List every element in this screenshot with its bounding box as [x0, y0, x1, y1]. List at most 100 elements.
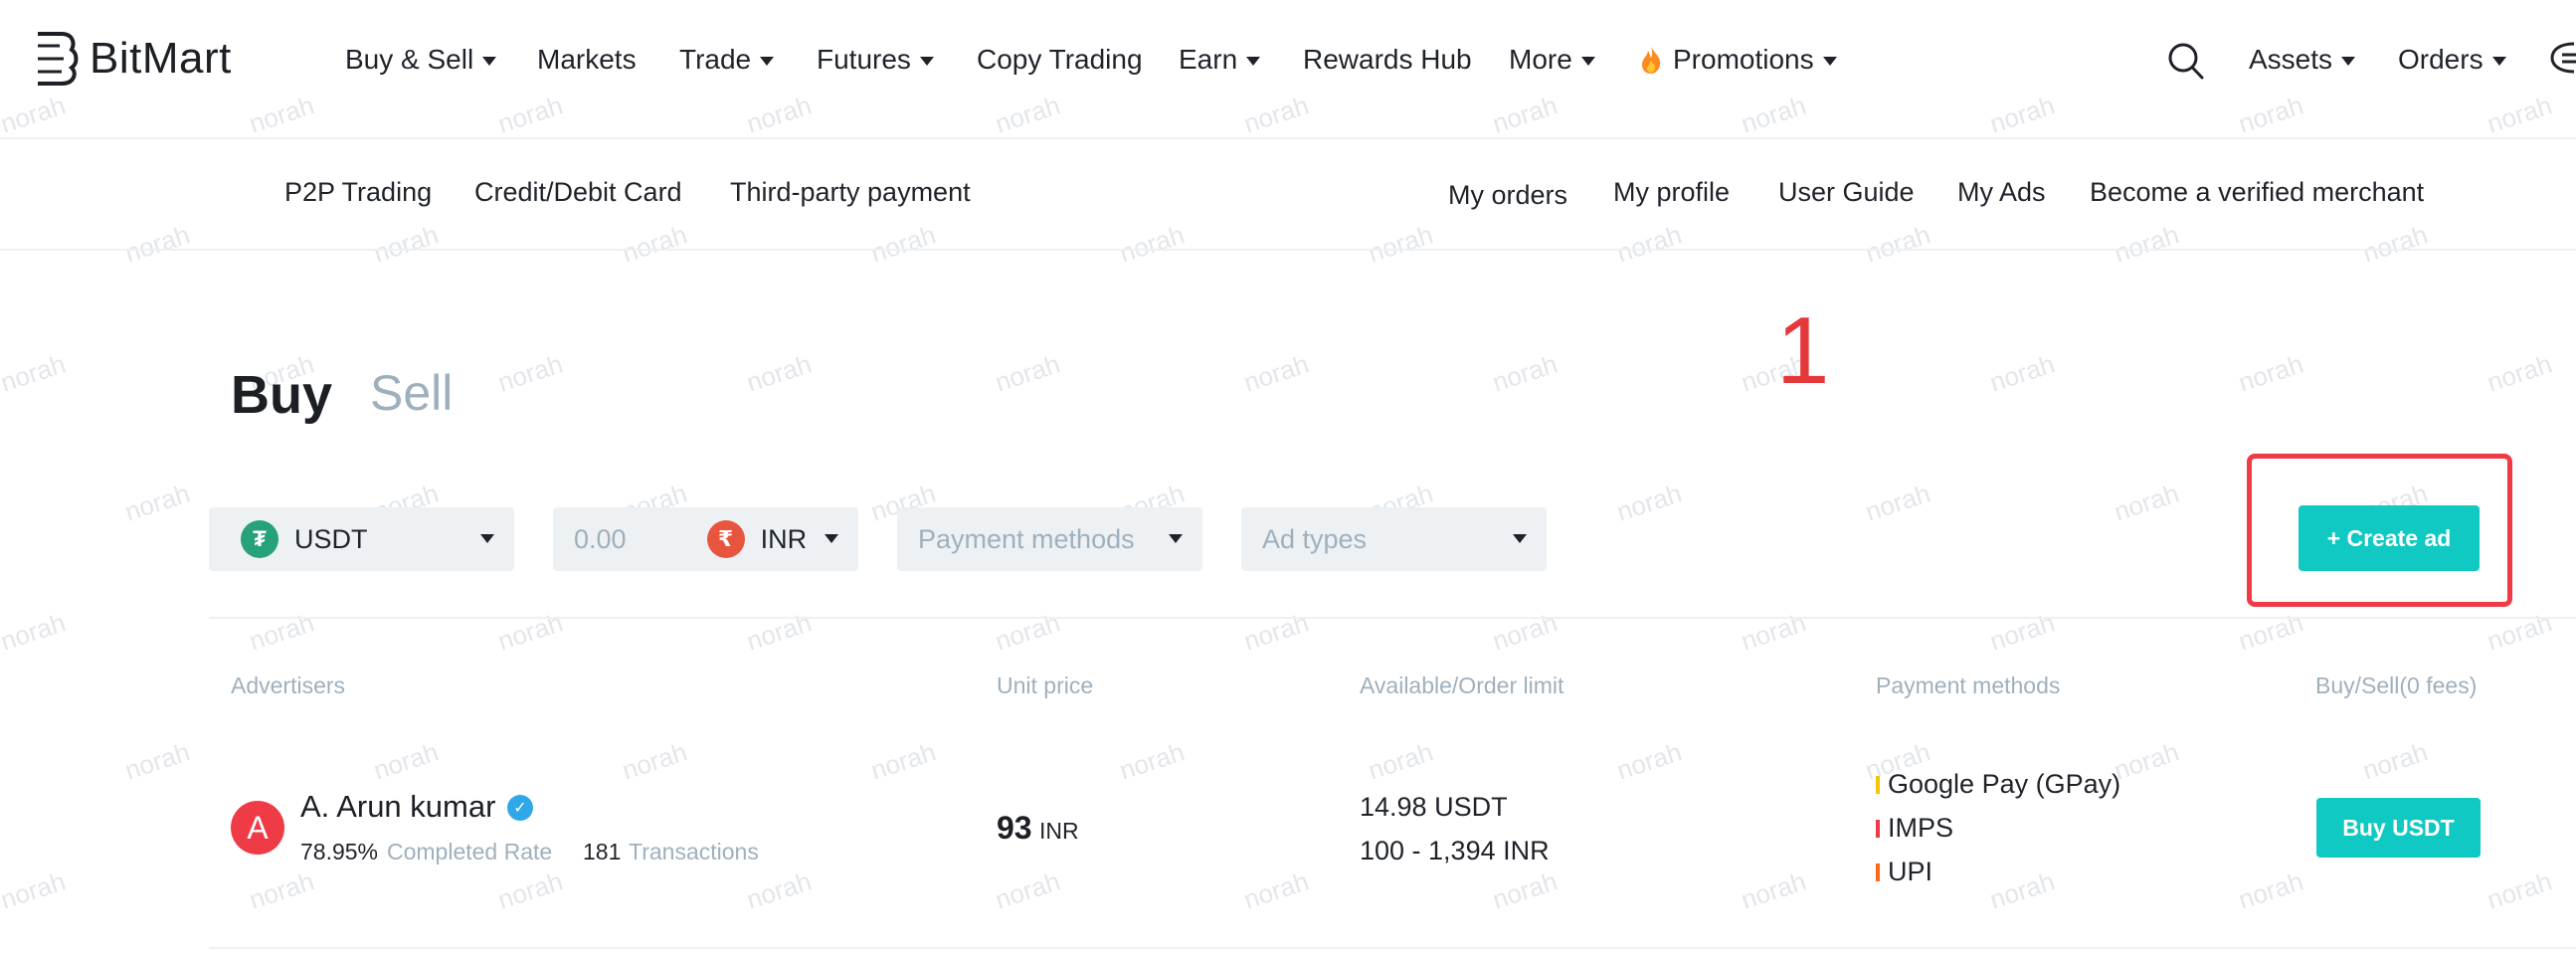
tab-sell[interactable]: Sell — [370, 364, 453, 422]
nav-label: Earn — [1179, 44, 1238, 75]
color-tag — [1876, 863, 1880, 881]
payment-method-upi: UPI — [1876, 857, 1932, 887]
currency-value[interactable]: INR — [761, 524, 808, 555]
watermark-text: norah — [991, 607, 1064, 657]
nav-label: Orders — [2398, 44, 2484, 75]
divider — [209, 617, 2576, 619]
step-annotation: 1 — [1776, 297, 1830, 404]
watermark-text: norah — [1239, 607, 1313, 657]
watermark-text: norah — [742, 865, 816, 915]
watermark-text: norah — [0, 865, 70, 915]
bitmart-logo[interactable]: BitMart — [34, 30, 232, 88]
color-tag — [1876, 775, 1880, 794]
ad-types-placeholder: Ad types — [1262, 523, 1368, 554]
available-amount: 14.98 USDT — [1360, 792, 1508, 822]
watermark-text: norah — [991, 865, 1064, 915]
ad-types-select[interactable]: Ad types — [1241, 507, 1547, 571]
watermark-text: norah — [2234, 348, 2307, 398]
completed-rate-label: Completed Rate — [387, 839, 553, 865]
search-icon[interactable] — [2167, 42, 2205, 82]
nav-orders[interactable]: Orders — [2398, 44, 2506, 76]
watermark-text: norah — [618, 736, 691, 786]
nav-buy-sell[interactable]: Buy & Sell — [345, 44, 497, 76]
nav-trade[interactable]: Trade — [679, 44, 775, 76]
subnav-my-orders[interactable]: My orders — [1448, 180, 1567, 211]
avatar[interactable]: A — [231, 801, 284, 855]
watermark-text: norah — [0, 348, 70, 398]
caret-down-icon — [760, 56, 775, 66]
divider — [209, 947, 2576, 949]
buy-usdt-button[interactable]: Buy USDT — [2316, 798, 2481, 858]
subnav-user-guide[interactable]: User Guide — [1778, 177, 1915, 208]
watermark-text: norah — [2483, 348, 2556, 398]
subnav-become-verified-merchant[interactable]: Become a verified merchant — [2090, 177, 2424, 208]
watermark-text: norah — [742, 348, 816, 398]
chat-icon[interactable] — [2548, 38, 2576, 82]
nav-promotions[interactable]: Promotions — [1639, 44, 1837, 76]
watermark-text: norah — [2358, 736, 2432, 786]
caret-down-icon — [1580, 56, 1595, 66]
nav-label: Copy Trading — [977, 44, 1143, 75]
subnav-p2p-trading[interactable]: P2P Trading — [284, 177, 432, 208]
watermark-text: norah — [1239, 348, 1313, 398]
subnav-credit-debit-card[interactable]: Credit/Debit Card — [474, 177, 682, 208]
nav-assets[interactable]: Assets — [2249, 44, 2356, 76]
coin-value: USDT — [294, 523, 368, 554]
nav-label: Futures — [817, 44, 911, 75]
amount-input[interactable]: 0.00 — [574, 524, 627, 555]
top-navigation: BitMart Buy & Sell Markets Trade Futures… — [0, 0, 2576, 139]
watermark-text: norah — [245, 865, 318, 915]
watermark-text: norah — [120, 478, 194, 527]
tab-buy[interactable]: Buy — [231, 364, 332, 426]
advertiser-name[interactable]: A. Arun kumar — [300, 789, 495, 825]
payment-methods-select[interactable]: Payment methods — [897, 507, 1202, 571]
nav-markets[interactable]: Markets — [537, 44, 637, 76]
caret-down-icon — [1513, 534, 1527, 543]
watermark-text: norah — [1985, 348, 2059, 398]
payment-method-label: UPI — [1888, 857, 1933, 886]
subnav-third-party-payment[interactable]: Third-party payment — [730, 177, 971, 208]
caret-down-icon — [2341, 56, 2356, 66]
watermark-text: norah — [1737, 607, 1810, 657]
nav-label: Promotions — [1673, 44, 1814, 75]
payment-method-label: Google Pay (GPay) — [1888, 769, 2121, 799]
watermark-text: norah — [493, 348, 567, 398]
watermark-text: norah — [1985, 865, 2059, 915]
watermark-text: norah — [991, 348, 1064, 398]
fire-icon — [1642, 46, 1661, 74]
nav-rewards-hub[interactable]: Rewards Hub — [1303, 44, 1472, 76]
create-ad-button[interactable]: + Create ad — [2299, 505, 2480, 571]
watermark-text: norah — [1115, 736, 1189, 786]
watermark-text: norah — [1239, 865, 1313, 915]
nav-copy-trading[interactable]: Copy Trading — [977, 44, 1143, 76]
payment-methods-placeholder: Payment methods — [918, 523, 1135, 554]
header-advertisers: Advertisers — [231, 673, 346, 698]
watermark-text: norah — [2110, 736, 2183, 786]
subnav-my-ads[interactable]: My Ads — [1957, 177, 2046, 208]
nav-earn[interactable]: Earn — [1179, 44, 1261, 76]
nav-more[interactable]: More — [1509, 44, 1595, 76]
watermark-text: norah — [493, 865, 567, 915]
nav-label: Buy & Sell — [345, 44, 474, 75]
nav-futures[interactable]: Futures — [817, 44, 934, 76]
caret-down-icon — [2491, 56, 2506, 66]
watermark-text: norah — [2483, 607, 2556, 657]
watermark-text: norah — [0, 607, 70, 657]
subnav-my-profile[interactable]: My profile — [1613, 177, 1730, 208]
p2p-subnav: P2P Trading Credit/Debit Card Third-part… — [0, 139, 2576, 251]
watermark-text: norah — [2110, 478, 2183, 527]
watermark-text: norah — [1488, 865, 1562, 915]
nav-label: Rewards Hub — [1303, 44, 1472, 75]
transactions-value: 181 — [583, 839, 622, 865]
watermark-text: norah — [1612, 736, 1686, 786]
watermark-text: norah — [120, 736, 194, 786]
coin-select[interactable]: ₮ USDT — [209, 507, 514, 571]
header-available-limit: Available/Order limit — [1360, 673, 1564, 698]
verified-badge-icon: ✓ — [507, 795, 533, 821]
watermark-text: norah — [1861, 478, 1934, 527]
nav-label: Assets — [2249, 44, 2333, 75]
watermark-text: norah — [369, 736, 443, 786]
caret-down-icon — [919, 56, 934, 66]
header-buy-sell: Buy/Sell(0 fees) — [2315, 673, 2478, 698]
amount-field[interactable]: 0.00 ₹ INR — [553, 507, 858, 571]
